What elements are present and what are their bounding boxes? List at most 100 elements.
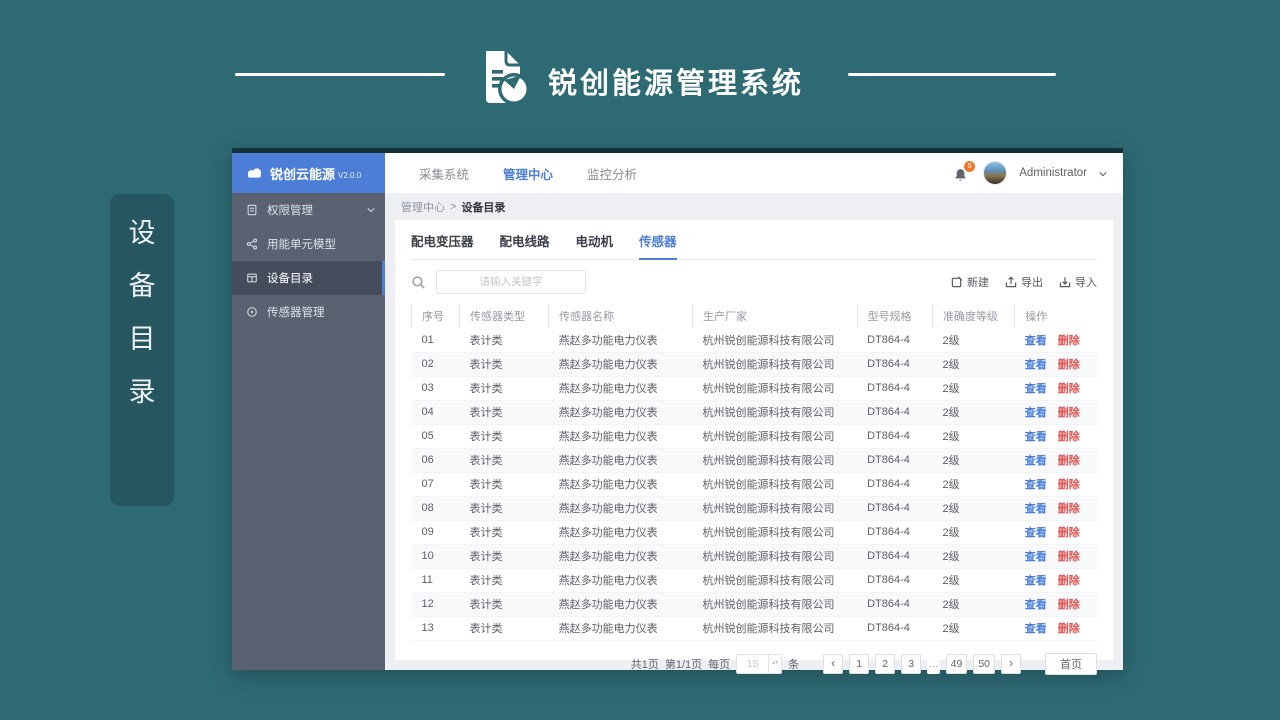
cell-serial: 02: [411, 352, 460, 377]
next-page-button[interactable]: ›: [1001, 653, 1021, 674]
search-input[interactable]: [436, 270, 586, 294]
cell-sensor-type: 表计类: [459, 616, 549, 641]
sidebar-logo: 锐创云能源 V2.0.0: [232, 153, 385, 193]
page-number-button[interactable]: 50: [973, 653, 995, 674]
cell-actions: 查看 删除: [1014, 568, 1097, 593]
cell-manufacturer: 杭州锐创能源科技有限公司: [692, 376, 858, 401]
cell-model: DT864-4: [857, 568, 933, 593]
unit-label: 条: [788, 658, 800, 671]
view-link[interactable]: 查看: [1025, 479, 1047, 491]
cell-model: DT864-4: [857, 592, 933, 617]
breadcrumb-parent[interactable]: 管理中心: [401, 199, 445, 215]
view-link[interactable]: 查看: [1025, 455, 1047, 467]
side-tag-char: 设: [128, 218, 156, 248]
cell-model: DT864-4: [857, 328, 933, 353]
page-number-button[interactable]: …: [927, 653, 940, 674]
nav-item-management-center[interactable]: 管理中心: [503, 164, 553, 183]
cell-sensor-name: 燕赵多功能电力仪表: [548, 448, 693, 473]
table-row: 11 表计类 燕赵多功能电力仪表 杭州锐创能源科技有限公司 DT864-4 2级…: [411, 568, 1097, 593]
view-link[interactable]: 查看: [1025, 503, 1047, 515]
page-number-button[interactable]: 49: [945, 653, 968, 674]
tab-distribution-transformer[interactable]: 配电变压器: [411, 231, 474, 259]
delete-link[interactable]: 删除: [1058, 503, 1080, 515]
prev-page-button[interactable]: ‹: [823, 653, 844, 674]
cell-serial: 07: [411, 472, 460, 497]
sidebar-item-sensor-management[interactable]: 传感器管理: [232, 295, 385, 329]
cell-sensor-type: 表计类: [459, 592, 549, 617]
notification-bell-icon[interactable]: 5: [953, 161, 976, 183]
delete-link[interactable]: 删除: [1058, 551, 1080, 563]
per-page-stepper-icon[interactable]: ▴▾: [768, 654, 782, 673]
app-window: 锐创云能源 V2.0.0 权限管理 用能单元模型 设备目录 传感器管理 采集系统…: [232, 148, 1123, 675]
delete-link[interactable]: 删除: [1058, 527, 1080, 539]
cell-sensor-type: 表计类: [459, 448, 549, 473]
cell-sensor-type: 表计类: [459, 496, 549, 521]
view-link[interactable]: 查看: [1025, 335, 1047, 347]
view-link[interactable]: 查看: [1025, 575, 1047, 587]
cell-serial: 10: [411, 544, 460, 569]
nav-item-collection-system[interactable]: 采集系统: [419, 164, 469, 183]
sensor-table: 序号 传感器类型 传感器名称 生产厂家 型号规格 准确度等级 操作 01 表计类…: [411, 304, 1097, 641]
view-link[interactable]: 查看: [1025, 551, 1047, 563]
cell-accuracy: 2级: [932, 472, 1015, 497]
view-link[interactable]: 查看: [1025, 431, 1047, 443]
page-number-button[interactable]: 3: [901, 653, 922, 674]
cell-actions: 查看 删除: [1014, 592, 1097, 617]
delete-link[interactable]: 删除: [1058, 623, 1080, 635]
cell-accuracy: 2级: [932, 496, 1015, 521]
product-name: 锐创云能源: [270, 166, 336, 182]
cell-sensor-name: 燕赵多功能电力仪表: [548, 328, 693, 353]
view-link[interactable]: 查看: [1025, 599, 1047, 611]
delete-link[interactable]: 删除: [1058, 431, 1080, 443]
delete-link[interactable]: 删除: [1058, 575, 1080, 587]
delete-link[interactable]: 删除: [1058, 359, 1080, 371]
user-caret-icon[interactable]: [1099, 164, 1107, 182]
delete-link[interactable]: 删除: [1058, 599, 1080, 611]
col-accuracy: 准确度等级: [931, 304, 1015, 328]
cell-sensor-name: 燕赵多功能电力仪表: [548, 376, 693, 401]
cell-actions: 查看 删除: [1014, 520, 1097, 545]
table-toolbar: 新建 导出: [411, 260, 1097, 304]
tab-motor[interactable]: 电动机: [576, 231, 614, 259]
sidebar-item-permissions[interactable]: 权限管理: [232, 193, 385, 227]
user-name[interactable]: Administrator: [1019, 167, 1087, 179]
cell-serial: 09: [411, 520, 460, 545]
view-link[interactable]: 查看: [1025, 623, 1047, 635]
sidebar-item-energy-unit-model[interactable]: 用能单元模型: [232, 227, 385, 261]
view-link[interactable]: 查看: [1025, 383, 1047, 395]
per-page-input[interactable]: [737, 654, 769, 673]
table-row: 13 表计类 燕赵多功能电力仪表 杭州锐创能源科技有限公司 DT864-4 2级…: [411, 616, 1097, 641]
content-card: 配电变压器 配电线路 电动机 传感器 请输入关键字 新建 导出 导入 序号 传感…: [395, 220, 1113, 675]
cell-manufacturer: 杭州锐创能源科技有限公司: [692, 616, 858, 641]
page-number-button[interactable]: 1: [849, 653, 870, 674]
tab-distribution-line[interactable]: 配电线路: [500, 231, 550, 259]
sidebar-item-label: 权限管理: [267, 205, 313, 217]
page-title: 锐创能源管理系统: [548, 68, 805, 100]
cell-serial: 01: [411, 328, 460, 353]
cell-model: DT864-4: [857, 472, 933, 497]
cell-sensor-name: 燕赵多功能电力仪表: [548, 496, 693, 521]
sidebar-item-device-catalog[interactable]: 设备目录: [232, 261, 385, 295]
nav-item-monitoring-analysis[interactable]: 监控分析: [587, 164, 637, 183]
delete-link[interactable]: 删除: [1058, 479, 1080, 491]
banner-right-line: [848, 73, 1056, 76]
delete-link[interactable]: 删除: [1058, 455, 1080, 467]
tab-sensor[interactable]: 传感器: [639, 231, 677, 260]
pagination-stats: 共1页 第1/1页 每页 ▴▾ 条: [631, 653, 800, 674]
delete-link[interactable]: 删除: [1058, 335, 1080, 347]
import-icon: [1059, 277, 1071, 288]
view-link[interactable]: 查看: [1025, 527, 1047, 539]
new-button[interactable]: 新建: [951, 274, 989, 290]
first-page-button[interactable]: 首页: [1045, 652, 1097, 675]
sidebar-item-label: 用能单元模型: [267, 239, 336, 251]
cell-serial: 11: [411, 568, 460, 593]
delete-link[interactable]: 删除: [1058, 407, 1080, 419]
page-number-button[interactable]: 2: [875, 653, 896, 674]
cell-model: DT864-4: [857, 376, 933, 401]
view-link[interactable]: 查看: [1025, 359, 1047, 371]
delete-link[interactable]: 删除: [1058, 383, 1080, 395]
import-button[interactable]: 导入: [1059, 274, 1097, 290]
export-button[interactable]: 导出: [1005, 274, 1043, 290]
view-link[interactable]: 查看: [1025, 407, 1047, 419]
avatar[interactable]: [983, 161, 1008, 185]
